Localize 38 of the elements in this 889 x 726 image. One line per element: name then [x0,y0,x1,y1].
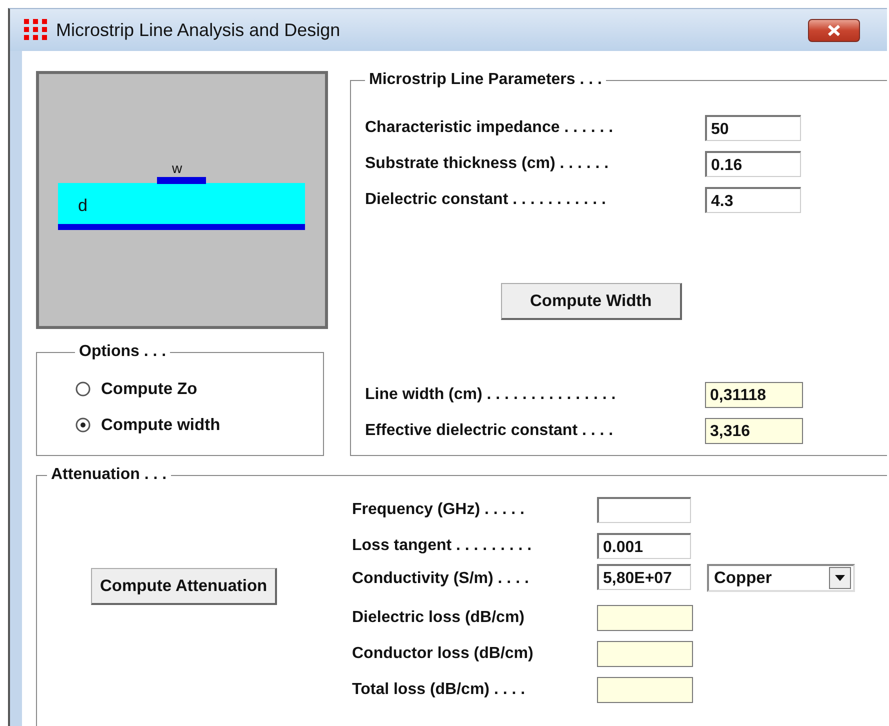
close-button[interactable] [808,18,860,42]
output-field[interactable]: 3,316 [705,418,803,444]
input-field[interactable]: 0.16 [705,151,801,177]
field-label: Conductor loss (dB/cm) [352,645,534,663]
field-label: Line width (cm) . . . . . . . . . . . . . . . [365,386,617,404]
input-field[interactable]: 50 [705,115,801,141]
field-label: Conductivity (S/m) . . . . [352,569,530,588]
window-title: Microstrip Line Analysis and Design [56,20,340,40]
group-title: Options . . . [78,343,168,361]
output-field[interactable] [597,677,693,703]
field-label: Substrate thickness (cm) . . . . . . [365,155,610,173]
compute-attenuation-button[interactable]: Compute Attenuation [91,568,278,605]
compute-width-button[interactable]: Compute Width [501,283,682,320]
input-field[interactable]: 5,80E+07 [597,564,691,590]
output-field[interactable] [597,605,693,631]
width-label: w [172,160,182,176]
input-field[interactable] [597,497,691,523]
field-label: Total loss (dB/cm) . . . . [352,681,526,699]
field-label: Characteristic impedance . . . . . . [365,119,614,137]
material-dropdown[interactable]: Copper [707,564,855,592]
dropdown-arrow-icon [835,575,845,581]
field-label: Loss tangent . . . . . . . . . [352,537,533,555]
field-label: Effective dielectric constant . . . . [365,422,614,440]
radio-option[interactable]: Compute width [75,407,323,443]
app-icon [24,19,48,41]
strip-conductor [157,177,206,184]
thickness-label: d [78,196,88,215]
field-label: Dielectric loss (dB/cm) [352,609,526,627]
radio-option[interactable]: Compute Zo [75,371,323,407]
input-field[interactable]: 0.001 [597,533,691,559]
field-label: Dielectric constant . . . . . . . . . . . [365,191,607,209]
close-icon [827,24,841,36]
input-field[interactable]: 4.3 [705,187,801,213]
group-title: Attenuation . . . [50,466,168,484]
output-field[interactable]: 0,31118 [705,382,803,408]
group-title: Microstrip Line Parameters . . . [368,71,603,89]
output-field[interactable] [597,641,693,667]
field-label: Frequency (GHz) . . . . . [352,501,526,519]
